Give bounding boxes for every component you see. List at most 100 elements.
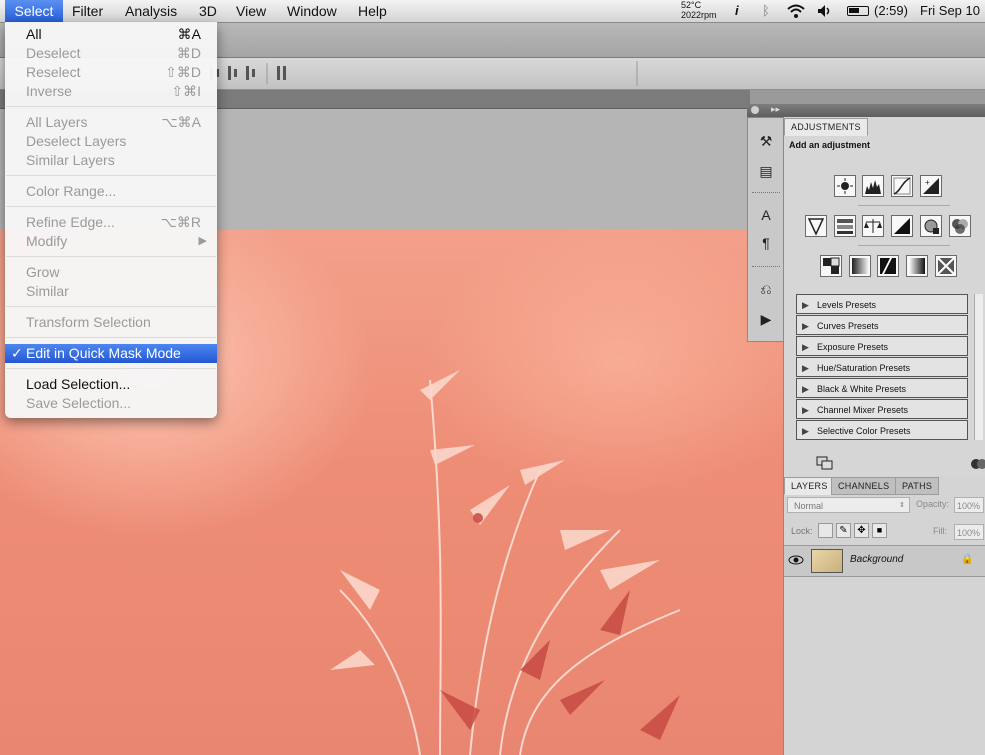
preset-label: Selective Color Presets xyxy=(817,426,911,436)
gradient-map-icon[interactable] xyxy=(906,255,928,277)
lock-all-icon[interactable]: ■ xyxy=(872,523,887,538)
expand-triangle-icon: ▶ xyxy=(802,300,809,310)
menu-item-grow: Grow xyxy=(26,264,60,280)
menu-item-reselect: Reselect ⇧⌘D xyxy=(26,64,201,80)
menu-item-quick-mask[interactable]: ✓ Edit in Quick Mask Mode xyxy=(5,344,217,363)
visibility-toggle-icon[interactable] xyxy=(970,457,985,469)
menu-item-deselect-layers: Deselect Layers xyxy=(26,133,127,149)
menu-item-color-range: Color Range... xyxy=(26,183,117,199)
preset-scrollbar[interactable] xyxy=(974,294,983,440)
close-panel-icon[interactable] xyxy=(751,106,759,114)
menu-separator xyxy=(6,175,216,176)
preset-hue-saturation[interactable]: ▶ Hue/Saturation Presets xyxy=(796,357,968,377)
fill-label: Fill: xyxy=(933,526,947,536)
temperature-monitor[interactable]: 52°C 2022rpm xyxy=(681,0,717,20)
blend-mode-value: Normal xyxy=(794,501,824,511)
menu-item-all-layers: All Layers ⌥⌘A xyxy=(26,114,201,130)
menu-item-all[interactable]: All ⌘A xyxy=(5,25,217,44)
menu-item-inverse: Inverse ⇧⌘I xyxy=(26,83,201,99)
tab-adjustments[interactable]: ADJUSTMENTS xyxy=(784,118,868,136)
hue-saturation-icon[interactable] xyxy=(834,215,856,237)
layers-panel xyxy=(783,476,985,755)
menu-analysis[interactable]: Analysis xyxy=(125,0,177,22)
levels-icon[interactable] xyxy=(862,175,884,197)
wifi-icon[interactable] xyxy=(786,3,806,19)
preset-exposure[interactable]: ▶ Exposure Presets xyxy=(796,336,968,356)
actions-icon[interactable]: ▶ xyxy=(754,308,778,330)
tool-presets-icon[interactable]: ⚒ xyxy=(754,130,778,152)
collapsed-panel-strip: ⚒ ▤ A ¶ ⎌ ▶ xyxy=(747,117,785,342)
preset-channel-mixer[interactable]: ▶ Channel Mixer Presets xyxy=(796,399,968,419)
opacity-label: Opacity: xyxy=(916,499,950,509)
brushes-icon[interactable]: ▤ xyxy=(754,160,778,182)
clock[interactable]: Fri Sep 10 xyxy=(920,0,980,22)
menu-separator xyxy=(6,306,216,307)
menu-item-save-selection: Save Selection... xyxy=(26,395,132,411)
menu-item-refine-edge: Refine Edge... ⌥⌘R xyxy=(26,214,201,230)
menu-separator xyxy=(6,256,216,257)
history-icon[interactable]: ⎌ xyxy=(754,278,778,300)
volume-icon[interactable] xyxy=(817,4,833,18)
preset-levels[interactable]: ▶ Levels Presets xyxy=(796,294,968,314)
menu-filter[interactable]: Filter xyxy=(72,0,103,22)
expand-triangle-icon: ▶ xyxy=(802,426,809,436)
menu-separator xyxy=(6,368,216,369)
preset-label: Levels Presets xyxy=(817,300,877,310)
selective-color-icon[interactable] xyxy=(935,255,957,277)
menu-item-modify: Modify ▶ xyxy=(26,233,207,249)
preset-label: Channel Mixer Presets xyxy=(817,405,909,415)
panel-grip xyxy=(752,266,780,269)
expand-triangle-icon: ▶ xyxy=(802,342,809,352)
blend-mode-select[interactable]: Normal ⇕ xyxy=(787,497,910,513)
clip-to-layer-icon[interactable] xyxy=(816,456,834,470)
character-icon[interactable]: A xyxy=(754,204,778,226)
tab-channels[interactable]: CHANNELS xyxy=(831,477,897,495)
panel-dock-header[interactable]: ▸▸ xyxy=(747,104,985,117)
tab-paths[interactable]: PATHS xyxy=(895,477,940,495)
threshold-icon[interactable] xyxy=(877,255,899,277)
select-dropdown-menu: All ⌘A Deselect ⌘D Reselect ⇧⌘D Inverse ⇧⌘I … xyxy=(5,22,217,418)
lock-image-icon[interactable]: ✎ xyxy=(836,523,851,538)
bluetooth-icon[interactable]: ᛒ xyxy=(762,0,770,22)
menu-window[interactable]: Window xyxy=(287,0,337,22)
menu-select[interactable]: Select xyxy=(5,0,63,22)
tab-layers[interactable]: LAYERS xyxy=(784,477,835,495)
preset-curves[interactable]: ▶ Curves Presets xyxy=(796,315,968,335)
lock-label: Lock: xyxy=(791,526,813,536)
menu-item-similar-layers: Similar Layers xyxy=(26,152,115,168)
expand-triangle-icon: ▶ xyxy=(802,405,809,415)
lock-transparent-icon[interactable] xyxy=(818,523,833,538)
menu-item-load-selection[interactable]: Load Selection... xyxy=(5,375,217,394)
adjustments-heading: Add an adjustment xyxy=(789,140,871,150)
invert-icon[interactable] xyxy=(820,255,842,277)
info-icon[interactable]: i xyxy=(735,0,739,22)
preset-black-white[interactable]: ▶ Black & White Presets xyxy=(796,378,968,398)
exposure-icon[interactable]: + xyxy=(920,175,942,197)
lock-position-icon[interactable]: ✥ xyxy=(854,523,869,538)
opacity-field[interactable]: 100% xyxy=(954,497,984,513)
menu-separator xyxy=(6,106,216,107)
menu-view[interactable]: View xyxy=(236,0,266,22)
battery-icon[interactable] xyxy=(847,6,869,16)
expand-triangle-icon: ▶ xyxy=(802,363,809,373)
adjust-divider xyxy=(858,245,950,246)
black-white-icon[interactable] xyxy=(891,215,913,237)
curves-icon[interactable] xyxy=(891,175,913,197)
menu-help[interactable]: Help xyxy=(358,0,387,22)
posterize-icon[interactable] xyxy=(849,255,871,277)
brightness-contrast-icon[interactable] xyxy=(834,175,856,197)
channel-mixer-icon[interactable] xyxy=(949,215,971,237)
menu-3d[interactable]: 3D xyxy=(199,0,217,22)
fill-field[interactable]: 100% xyxy=(954,524,984,540)
menu-separator xyxy=(6,206,216,207)
preset-selective-color[interactable]: ▶ Selective Color Presets xyxy=(796,420,968,440)
paragraph-icon[interactable]: ¶ xyxy=(754,232,778,254)
battery-time[interactable]: (2:59) xyxy=(874,0,908,22)
color-balance-icon[interactable] xyxy=(862,215,884,237)
collapse-arrows-icon[interactable]: ▸▸ xyxy=(771,104,780,115)
photo-filter-icon[interactable] xyxy=(920,215,942,237)
vibrance-icon[interactable] xyxy=(805,215,827,237)
eye-icon[interactable] xyxy=(788,553,804,567)
layer-row[interactable]: Background 🔒 xyxy=(784,545,985,577)
menu-separator xyxy=(6,337,216,338)
